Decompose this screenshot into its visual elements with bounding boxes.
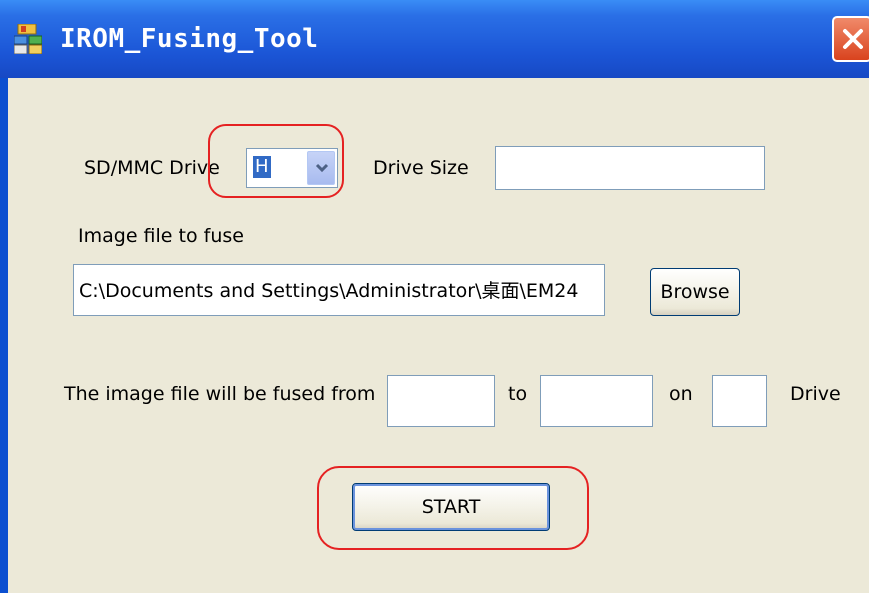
to-label: to xyxy=(508,383,528,405)
image-file-label: Image file to fuse xyxy=(78,225,244,247)
start-button[interactable]: START xyxy=(352,483,550,531)
fuse-from-label: The image file will be fused from xyxy=(64,383,376,405)
close-icon xyxy=(843,29,863,49)
window-title: IROM_Fusing_Tool xyxy=(60,24,319,54)
drive-size-field[interactable] xyxy=(495,146,765,190)
from-field[interactable] xyxy=(387,375,495,427)
close-button[interactable] xyxy=(832,16,869,62)
drive-label: Drive xyxy=(790,383,841,405)
image-file-path-field[interactable]: C:\Documents and Settings\Administrator\… xyxy=(73,264,605,316)
app-icon[interactable] xyxy=(13,23,43,55)
browse-button[interactable]: Browse xyxy=(650,268,740,316)
to-field[interactable] xyxy=(540,375,653,427)
drive-size-label: Drive Size xyxy=(373,157,469,179)
on-label: on xyxy=(669,383,693,405)
drive-select-highlight xyxy=(208,124,344,198)
title-bar[interactable]: IROM_Fusing_Tool xyxy=(0,0,869,78)
on-drive-field[interactable] xyxy=(712,375,767,427)
sd-drive-label: SD/MMC Drive xyxy=(84,157,220,179)
image-file-path: C:\Documents and Settings\Administrator\… xyxy=(79,280,579,302)
